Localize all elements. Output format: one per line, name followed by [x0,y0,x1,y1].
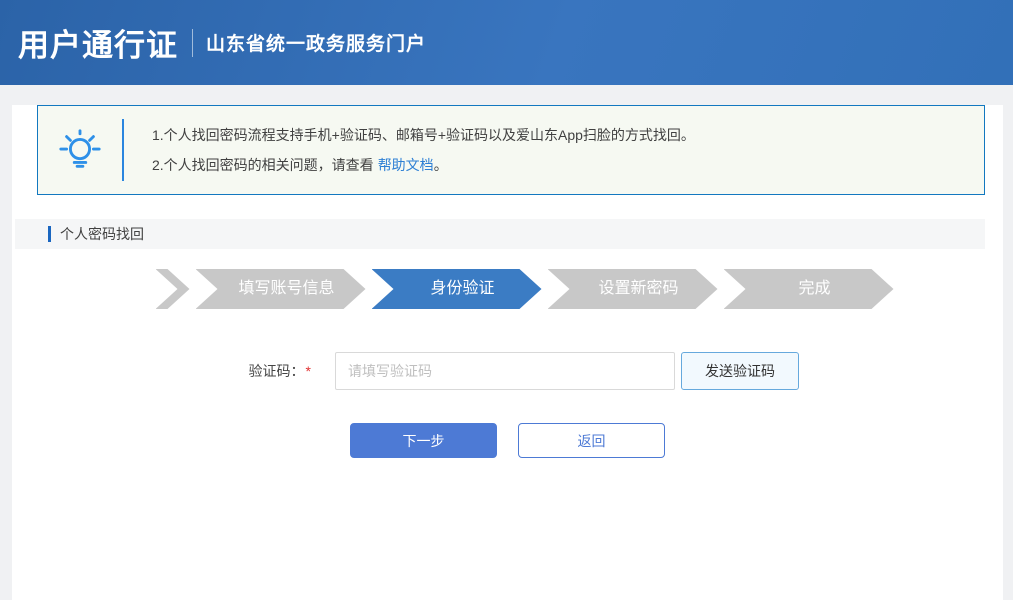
step-complete: 完成 [724,269,894,309]
portal-subtitle: 山东省统一政务服务门户 [206,29,426,56]
required-asterisk: * [306,363,311,379]
notice-line-2: 2.个人找回密码的相关问题，请查看帮助文档。 [152,150,695,180]
step-set-new-password: 设置新密码 [548,269,718,309]
step-identity-verification: 身份验证 [372,269,542,309]
captcha-form-row: 验证码：* 发送验证码 [30,352,985,390]
notice-line-1: 1.个人找回密码流程支持手机+验证码、邮箱号+验证码以及爱山东App扫脸的方式找… [152,120,695,150]
captcha-input[interactable] [335,352,675,390]
action-buttons: 下一步 返回 [30,423,985,458]
wizard-start-chevron-icon [156,269,190,309]
back-button[interactable]: 返回 [518,423,665,458]
step-fill-account-info: 填写账号信息 [196,269,366,309]
next-step-button[interactable]: 下一步 [350,423,497,458]
section-title-bar [48,226,51,242]
send-code-button[interactable]: 发送验证码 [681,352,799,390]
section-title-row: 个人密码找回 [15,219,985,249]
step-wizard: 填写账号信息 身份验证 设置新密码 完成 [30,269,985,309]
notice-box: 1.个人找回密码流程支持手机+验证码、邮箱号+验证码以及爱山东App扫脸的方式找… [37,105,985,195]
brand-title: 用户通行证 [18,20,178,65]
lightbulb-icon [38,127,122,173]
help-doc-link[interactable]: 帮助文档 [378,157,434,173]
main-card: 1.个人找回密码流程支持手机+验证码、邮箱号+验证码以及爱山东App扫脸的方式找… [12,105,1003,600]
brand-divider [192,29,193,57]
captcha-label: 验证码：* [216,361,311,381]
header: 用户通行证 山东省统一政务服务门户 [0,0,1013,85]
section-title: 个人密码找回 [60,224,144,244]
notice-text: 1.个人找回密码流程支持手机+验证码、邮箱号+验证码以及爱山东App扫脸的方式找… [124,120,695,180]
